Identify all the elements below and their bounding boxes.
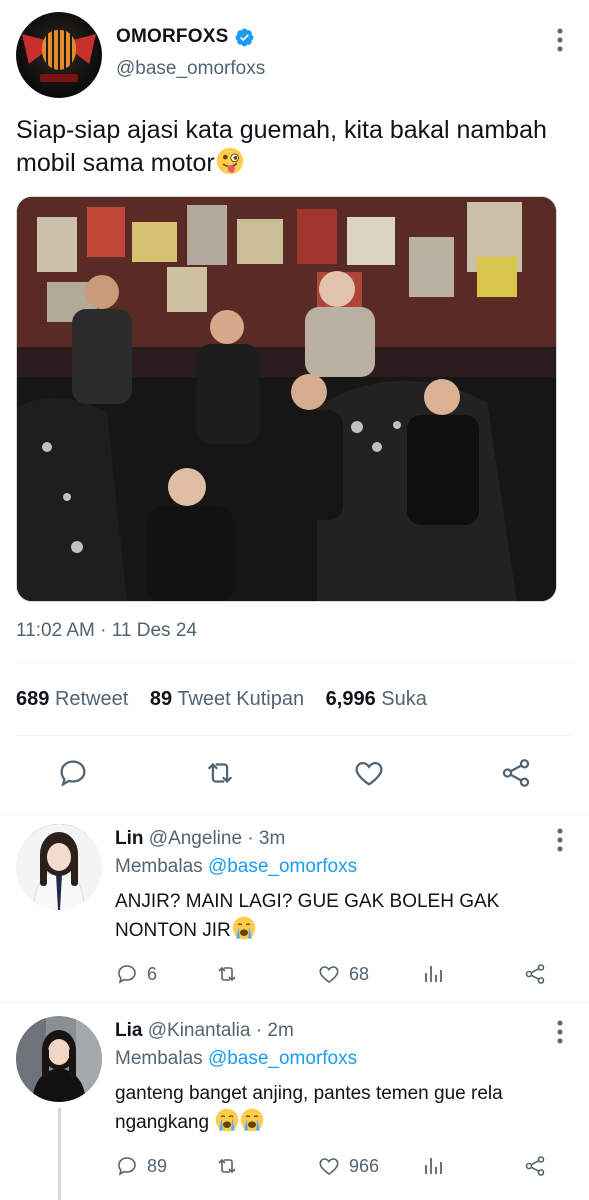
group-photo-illustration: [17, 197, 556, 601]
reply-count: 6: [147, 963, 158, 984]
loudly-crying-face-icon: [232, 916, 256, 940]
share-icon[interactable]: [499, 756, 533, 790]
reply-author-name[interactable]: Lin: [115, 828, 144, 849]
views-button[interactable]: [421, 960, 445, 988]
reply-text-content: ganteng banget anjing, pantes temen gue …: [115, 1083, 503, 1133]
tweet-text: Siap-siap ajasi kata guemah, kita bakal …: [16, 114, 566, 180]
tweet-timestamp[interactable]: 11:02 AM · 11 Des 24: [16, 620, 197, 642]
reply-action-bar: 6 68: [115, 960, 565, 988]
share-button[interactable]: [523, 1152, 547, 1180]
more-options-icon[interactable]: [557, 828, 563, 852]
share-icon: [525, 964, 545, 984]
divider: [16, 662, 573, 663]
reply-author-line: Lia @Kinantalia · 2m: [115, 1020, 294, 1042]
tweet-action-bar: [0, 756, 589, 796]
analytics-icon: [425, 966, 442, 982]
divider: [0, 1002, 589, 1003]
retweet-icon: [218, 1158, 236, 1174]
retweet-button[interactable]: [215, 960, 247, 988]
verified-badge-icon: [235, 28, 254, 47]
reply-avatar-portrait: [16, 1016, 102, 1102]
reply-avatar-portrait: [16, 824, 102, 910]
reply-item[interactable]: Lin @Angeline · 3m Membalas @base_omorfo…: [0, 818, 589, 1000]
avatar-tiger-head: [42, 30, 76, 70]
like-count: 6,996: [325, 688, 376, 710]
reply-button[interactable]: 89: [115, 1152, 167, 1180]
share-icon: [525, 1156, 545, 1176]
reply-text-content: ANJIR? MAIN LAGI? GUE GAK BOLEH GAK NONT…: [115, 891, 500, 941]
tweet-text-content: Siap-siap ajasi kata guemah, kita bakal …: [16, 116, 547, 177]
author-handle[interactable]: @base_omorfoxs: [116, 58, 265, 80]
replying-mention[interactable]: @base_omorfoxs: [208, 1048, 357, 1069]
divider: [16, 735, 573, 736]
share-button[interactable]: [523, 960, 547, 988]
reply-text: ANJIR? MAIN LAGI? GUE GAK BOLEH GAK NONT…: [115, 888, 555, 945]
tweet-header: OMORFOXS @base_omorfoxs: [16, 12, 573, 102]
reply-count: 89: [147, 1155, 168, 1176]
like-count: 68: [349, 963, 370, 984]
thread-line: [58, 1108, 61, 1200]
replying-label: Membalas: [115, 856, 203, 877]
more-options-icon[interactable]: [557, 28, 563, 52]
replying-mention[interactable]: @base_omorfoxs: [208, 856, 357, 877]
retweet-label: Retweet: [54, 688, 129, 710]
like-count: 966: [349, 1155, 380, 1176]
like-icon: [319, 966, 339, 983]
reply-time[interactable]: · 3m: [247, 828, 285, 849]
quote-count: 89: [149, 688, 173, 710]
retweet-stat[interactable]: 689 Retweet: [16, 688, 128, 710]
like-label: Suka: [381, 688, 427, 710]
like-button[interactable]: 966: [317, 1152, 379, 1180]
quote-stat[interactable]: 89 Tweet Kutipan: [150, 688, 304, 710]
reply-text: ganteng banget anjing, pantes temen gue …: [115, 1080, 555, 1137]
like-icon[interactable]: [352, 756, 386, 790]
like-stat[interactable]: 6,996 Suka: [326, 688, 427, 710]
reply-action-bar: 89 966: [115, 1152, 565, 1180]
reply-icon[interactable]: [56, 756, 90, 790]
reply-icon: [118, 1157, 136, 1176]
reply-author-handle[interactable]: @Angeline: [149, 828, 242, 849]
avatar-banner: [40, 74, 78, 82]
reply-icon: [118, 965, 136, 984]
retweet-icon[interactable]: [203, 756, 237, 790]
reply-author-handle[interactable]: @Kinantalia: [148, 1020, 251, 1041]
reply-author-line: Lin @Angeline · 3m: [115, 828, 285, 850]
retweet-count: 689: [16, 688, 50, 710]
divider: [0, 814, 589, 815]
more-options-icon[interactable]: [557, 1020, 563, 1044]
author-avatar[interactable]: [16, 12, 102, 98]
winking-face-with-tongue-icon: [216, 147, 243, 175]
retweet-icon: [218, 966, 236, 982]
reply-avatar[interactable]: [16, 824, 102, 910]
replying-to: Membalas @base_omorfoxs: [115, 856, 357, 878]
like-button[interactable]: 68: [317, 960, 369, 988]
retweet-button[interactable]: [215, 1152, 247, 1180]
replying-label: Membalas: [115, 1048, 203, 1069]
reply-author-name[interactable]: Lia: [115, 1020, 142, 1041]
like-icon: [319, 1158, 339, 1175]
reply-item[interactable]: Lia @Kinantalia · 2m Membalas @base_omor…: [0, 1010, 589, 1200]
reply-button[interactable]: 6: [115, 960, 157, 988]
author-display-name[interactable]: OMORFOXS: [116, 26, 228, 48]
analytics-icon: [425, 1158, 442, 1174]
quote-label: Tweet Kutipan: [177, 688, 305, 710]
loudly-crying-face-icon: [240, 1108, 264, 1132]
tweet-stats: 689 Retweet 89 Tweet Kutipan 6,996 Suka: [16, 688, 443, 711]
loudly-crying-face-icon: [215, 1108, 239, 1132]
reply-time[interactable]: · 2m: [256, 1020, 294, 1041]
views-button[interactable]: [421, 1152, 445, 1180]
reply-avatar[interactable]: [16, 1016, 102, 1102]
replying-to: Membalas @base_omorfoxs: [115, 1048, 357, 1070]
tweet-photo[interactable]: [16, 196, 557, 602]
